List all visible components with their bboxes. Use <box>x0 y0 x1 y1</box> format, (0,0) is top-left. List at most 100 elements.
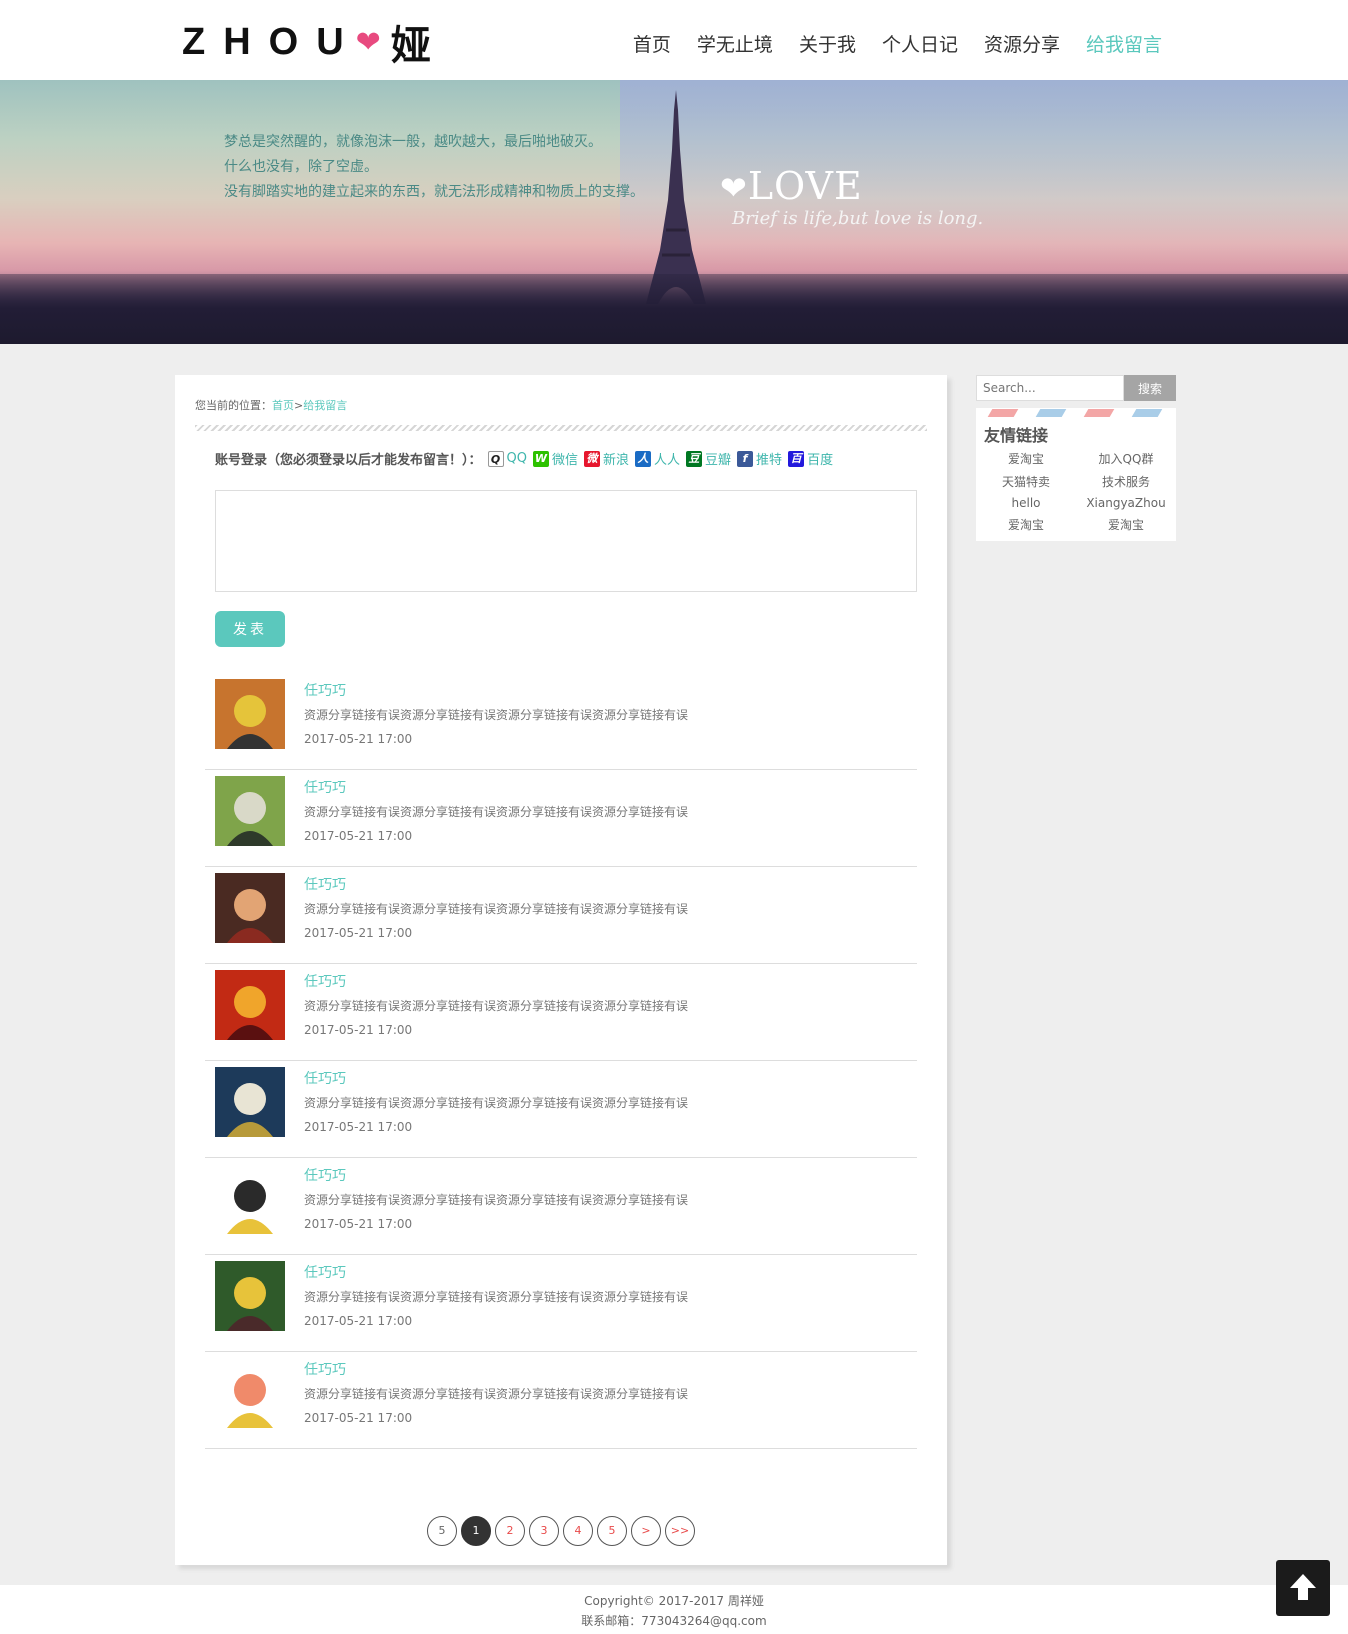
message-time: 2017-05-21 17:00 <box>304 1120 413 1134</box>
search-box: 搜索 <box>976 375 1176 401</box>
message-content: 资源分享链接有误资源分享链接有误资源分享链接有误资源分享链接有误 <box>304 1387 689 1401</box>
facebook-icon: f <box>737 450 754 467</box>
message-author[interactable]: 任巧巧 <box>304 680 346 700</box>
message-author[interactable]: 任巧巧 <box>304 1359 346 1379</box>
nav-home[interactable]: 首页 <box>633 30 671 57</box>
login-qq[interactable]: Q QQ <box>487 450 527 467</box>
nav-diary[interactable]: 个人日记 <box>882 30 958 57</box>
avatar[interactable] <box>215 1164 285 1234</box>
back-to-top-button[interactable] <box>1276 1560 1330 1616</box>
login-wechat[interactable]: W 微信 <box>532 449 578 468</box>
friend-link[interactable]: 爱淘宝 <box>1076 516 1176 533</box>
message-item: 任巧巧资源分享链接有误资源分享链接有误资源分享链接有误资源分享链接有误 2017-… <box>205 1057 917 1158</box>
page-2[interactable]: 2 <box>495 1516 525 1546</box>
post-button[interactable]: 发表 <box>215 611 285 647</box>
message-item: 任巧巧 资源分享链接有误资源分享链接有误资源分享链接有误资源分享链接有误 2017-… <box>205 669 917 770</box>
login-baidu[interactable]: 百百度 <box>788 449 833 468</box>
nav-message[interactable]: 给我留言 <box>1086 30 1162 57</box>
message-item: 任巧巧资源分享链接有误资源分享链接有误资源分享链接有误资源分享链接有误 2017-… <box>205 1251 917 1352</box>
page-total: 5 <box>427 1516 457 1546</box>
avatar[interactable] <box>215 679 285 749</box>
message-textarea[interactable] <box>215 490 917 592</box>
qq-icon: Q <box>487 450 504 467</box>
message-author[interactable]: 任巧巧 <box>304 1262 346 1282</box>
login-douban[interactable]: 豆豆瓣 <box>686 449 731 468</box>
friend-link[interactable]: 爱淘宝 <box>976 450 1076 467</box>
main-nav: 首页 学无止境 关于我 个人日记 资源分享 给我留言 <box>607 30 1162 57</box>
eiffel-tower-image <box>646 90 706 304</box>
city-skyline <box>0 274 1348 344</box>
message-content: 资源分享链接有误资源分享链接有误资源分享链接有误资源分享链接有误 <box>304 805 689 819</box>
pagination: 5 1 2 3 4 5 > >> <box>427 1516 695 1546</box>
message-time: 2017-05-21 17:00 <box>304 1411 413 1425</box>
avatar[interactable] <box>215 970 285 1040</box>
banner-line: 没有脚踏实地的建立起来的东西，就无法形成精神和物质上的支撑。 <box>224 184 644 200</box>
breadcrumb-current[interactable]: 给我留言 <box>303 399 347 412</box>
arrow-up-icon <box>1290 1574 1316 1600</box>
message-content: 资源分享链接有误资源分享链接有误资源分享链接有误资源分享链接有误 <box>304 1290 689 1304</box>
message-time: 2017-05-21 17:00 <box>304 1314 413 1328</box>
page-3[interactable]: 3 <box>529 1516 559 1546</box>
site-footer: Copyright© 2017-2017 周祥娅 联系邮箱：773043264@… <box>0 1585 1348 1634</box>
message-item: 任巧巧资源分享链接有误资源分享链接有误资源分享链接有误资源分享链接有误 2017-… <box>205 960 917 1061</box>
login-weibo[interactable]: 微新浪 <box>584 449 629 468</box>
friend-links-grid: 爱淘宝 加入QQ群 天猫特卖 技术服务 hello XiangyaZhou 爱淘… <box>976 450 1176 533</box>
social-login: 账号登录（您必须登录以后才能发布留言！）： Q QQ W 微信 微新浪 人人人 豆豆… <box>215 449 833 468</box>
page-next[interactable]: > <box>631 1516 661 1546</box>
main-card: 您当前的位置：首页>给我留言 账号登录（您必须登录以后才能发布留言！）： Q QQ… <box>175 375 947 1565</box>
baidu-icon: 百 <box>788 450 805 467</box>
login-twitter[interactable]: f 推特 <box>737 449 782 468</box>
page-4[interactable]: 4 <box>563 1516 593 1546</box>
avatar[interactable] <box>215 1358 285 1428</box>
douban-icon: 豆 <box>686 450 703 467</box>
message-author[interactable]: 任巧巧 <box>304 777 346 797</box>
message-content: 资源分享链接有误资源分享链接有误资源分享链接有误资源分享链接有误 <box>304 999 689 1013</box>
breadcrumb: 您当前的位置：首页>给我留言 <box>195 399 348 412</box>
avatar[interactable] <box>215 873 285 943</box>
message-time: 2017-05-21 17:00 <box>304 926 413 940</box>
heart-icon: ❤ <box>355 24 381 60</box>
breadcrumb-home[interactable]: 首页 <box>272 399 294 412</box>
message-content: 资源分享链接有误资源分享链接有误资源分享链接有误资源分享链接有误 <box>304 1193 689 1207</box>
nav-learning[interactable]: 学无止境 <box>697 30 773 57</box>
banner-text: 梦总是突然醒的，就像泡沫一般，越吹越大，最后啪地破灭。 什么也没有，除了空虚。 … <box>224 130 644 205</box>
search-button[interactable]: 搜索 <box>1124 375 1176 401</box>
friend-link[interactable]: 技术服务 <box>1076 473 1176 490</box>
logo-text: ZHOU <box>182 20 362 63</box>
friend-link[interactable]: 爱淘宝 <box>976 516 1076 533</box>
message-time: 2017-05-21 17:00 <box>304 1217 413 1231</box>
message-item: 任巧巧资源分享链接有误资源分享链接有误资源分享链接有误资源分享链接有误 2017-… <box>205 863 917 964</box>
message-author[interactable]: 任巧巧 <box>304 874 346 894</box>
message-content: 资源分享链接有误资源分享链接有误资源分享链接有误资源分享链接有误 <box>304 1096 689 1110</box>
message-author[interactable]: 任巧巧 <box>304 1068 346 1088</box>
page-last[interactable]: >> <box>665 1516 695 1546</box>
nav-resources[interactable]: 资源分享 <box>984 30 1060 57</box>
friend-links: 友情链接 爱淘宝 加入QQ群 天猫特卖 技术服务 hello XiangyaZh… <box>976 408 1176 541</box>
avatar[interactable] <box>215 1067 285 1137</box>
friend-link[interactable]: 天猫特卖 <box>976 473 1076 490</box>
nav-about[interactable]: 关于我 <box>799 30 856 57</box>
login-renren[interactable]: 人人人 <box>635 449 680 468</box>
logo-cn: 娅 <box>390 23 431 69</box>
divider <box>195 425 927 431</box>
search-input[interactable] <box>976 375 1124 401</box>
login-label: 账号登录（您必须登录以后才能发布留言！）： <box>215 453 482 468</box>
friend-link[interactable]: XiangyaZhou <box>1076 496 1176 510</box>
message-item: 任巧巧 资源分享链接有误资源分享链接有误资源分享链接有误资源分享链接有误 2017-… <box>205 766 917 867</box>
message-time: 2017-05-21 17:00 <box>304 732 413 746</box>
page-1[interactable]: 1 <box>461 1516 491 1546</box>
avatar[interactable] <box>215 1261 285 1331</box>
page-5[interactable]: 5 <box>597 1516 627 1546</box>
message-author[interactable]: 任巧巧 <box>304 1165 346 1185</box>
love-subtitle: Brief is life,but love is long. <box>732 208 984 229</box>
site-logo[interactable]: ZHOU ❤ 娅 <box>182 18 431 70</box>
avatar[interactable] <box>215 776 285 846</box>
wechat-icon: W <box>532 450 549 467</box>
heart-icon: ❤ <box>720 169 748 207</box>
friend-link[interactable]: hello <box>976 496 1076 510</box>
message-time: 2017-05-21 17:00 <box>304 1023 413 1037</box>
friend-link[interactable]: 加入QQ群 <box>1076 450 1176 467</box>
message-content: 资源分享链接有误资源分享链接有误资源分享链接有误资源分享链接有误 <box>304 902 689 916</box>
message-author[interactable]: 任巧巧 <box>304 971 346 991</box>
copyright: Copyright© 2017-2017 周祥娅 <box>584 1594 764 1608</box>
